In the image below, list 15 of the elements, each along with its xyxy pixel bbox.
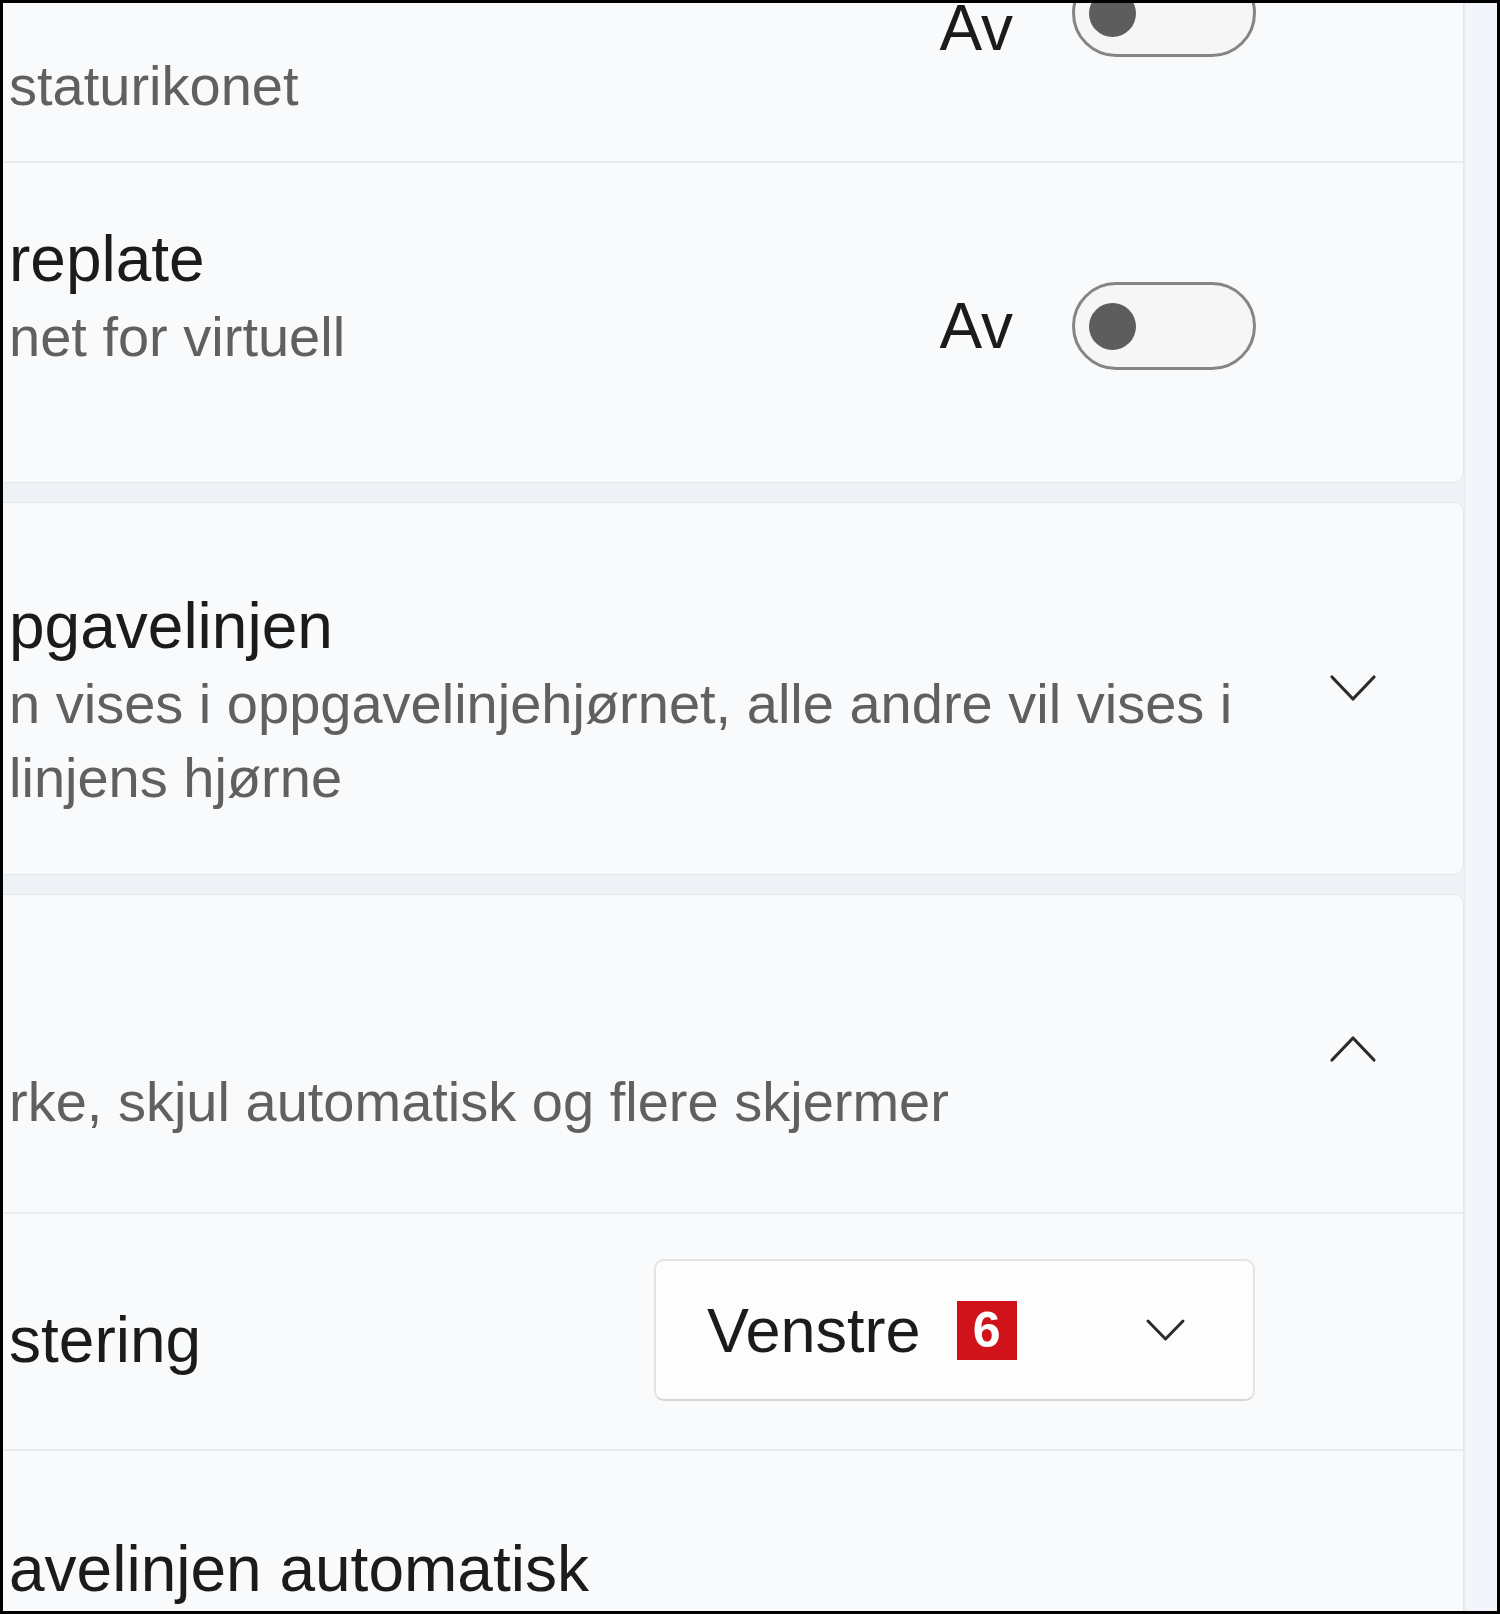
description-text: n vises i oppgavelinjehjørnet, alle andre vil vises i linjens hjørne — [9, 671, 1234, 811]
select-dropdown[interactable]: Venstre 6 — [654, 1259, 1255, 1401]
chevron-down-icon — [1145, 1318, 1186, 1342]
description-text: staturikonet — [9, 53, 300, 119]
setting-title: stering — [9, 1303, 203, 1378]
description-text: rke, skjul automatisk og flere skjermer — [9, 1069, 950, 1135]
number-badge: 6 — [956, 1300, 1017, 1360]
toggle-state-label: Av — [939, 3, 1013, 55]
toggle-state-label: Av — [939, 294, 1013, 358]
description-text: net for virtuell — [9, 304, 347, 370]
chevron-up-icon[interactable] — [1329, 1034, 1377, 1063]
chevron-down-icon[interactable] — [1329, 674, 1377, 703]
setting-title: pgavelinjen — [9, 589, 334, 664]
setting-title: replate — [9, 222, 206, 297]
setting-title: avelinjen automatisk — [9, 1532, 590, 1607]
